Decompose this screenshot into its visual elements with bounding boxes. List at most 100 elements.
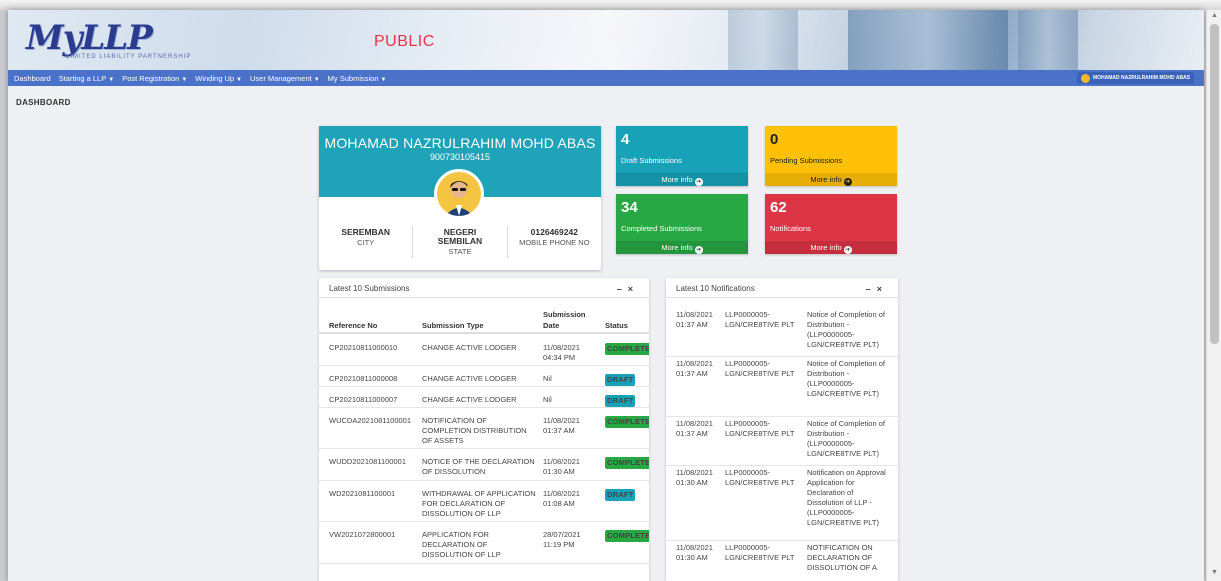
close-icon[interactable]: × <box>877 284 888 294</box>
city-stat: SEREMBAN CITY <box>319 226 412 258</box>
arrow-circle-right-icon: ➔ <box>694 178 703 186</box>
submission-type-cell: CHANGE ACTIVE LODGER <box>422 395 517 404</box>
phone-stat: 0126469242 MOBILE PHONE NO <box>506 226 601 258</box>
notifications-label: Notifications <box>770 224 811 233</box>
pending-label: Pending Submissions <box>770 156 843 165</box>
table-row[interactable]: CP20210811000008 CHANGE ACTIVE LODGER Nil D… <box>319 366 649 387</box>
notification-message: (LLP0000005- <box>807 439 855 448</box>
nav-item-dashboard[interactable]: Dashboard <box>10 74 55 83</box>
column-header-reference: Reference No <box>329 321 378 330</box>
submission-date-cell: 04:34 PM <box>543 353 576 362</box>
user-avatar-icon <box>1080 73 1090 83</box>
more-info-label: More info <box>810 175 842 184</box>
pending-submissions-box: 0 Pending Submissions More info ➔ <box>765 126 897 186</box>
submission-date-cell: Nil <box>543 374 552 383</box>
card-header: Latest 10 Notifications –× <box>666 278 898 298</box>
vertical-scrollbar[interactable]: ▲ ▼ <box>1206 10 1221 581</box>
reference-no-cell: WUCDA2021081100001 <box>329 416 411 425</box>
table-row[interactable]: WD2021081100001 WITHDRAWAL OF APPLICATION… <box>319 481 649 522</box>
nav-item-starting-a-llp[interactable]: Starting a LLP ▼ <box>55 74 118 83</box>
nav-item-label: Post Registration <box>122 73 180 83</box>
nav-item-post-registration[interactable]: Post Registration ▼ <box>118 74 191 83</box>
banner-building-image <box>1018 10 1078 70</box>
profile-stats: SEREMBAN CITY NEGERI SEMBILAN STATE 0126… <box>319 226 601 258</box>
card-header: Latest 10 Submissions –× <box>319 278 649 298</box>
reference-no-cell: WD2021081100001 <box>329 489 396 498</box>
status-badge: COMPLETE <box>605 530 649 542</box>
caret-down-icon: ▼ <box>380 76 387 83</box>
browser-viewport: MyLLP LIMITED LIABILITY PARTNERSHIP PUBL… <box>8 10 1204 581</box>
submission-type-cell: DISSOLUTION OF LLP <box>422 509 501 518</box>
table-row[interactable]: CP20210811000007 CHANGE ACTIVE LODGER Nil D… <box>319 387 649 408</box>
submission-date-cell: 11/08/2021 <box>543 457 580 466</box>
scroll-down-arrow-icon[interactable]: ▼ <box>1210 569 1219 579</box>
user-name: MOHAMAD NAZRULRAHIM MOHD ABAS <box>1092 75 1190 81</box>
card-tools: –× <box>866 284 888 294</box>
scrollbar-thumb[interactable] <box>1210 24 1219 344</box>
close-icon[interactable]: × <box>628 284 639 294</box>
nav-item-label: Winding Up <box>195 73 235 83</box>
table-row[interactable]: WUDD2021081100001 NOTICE OF THE DECLARATI… <box>319 449 649 481</box>
notification-item[interactable]: 11/08/2021 01:30 AM LLP0000005- LGN/CRE8TIV… <box>666 466 898 541</box>
notification-date: 01:37 AM <box>676 320 708 329</box>
nav-item-label: My Submission <box>327 73 379 83</box>
submission-date-cell: 01:37 AM <box>543 426 575 435</box>
submission-type-cell: COMPLETION DISTRIBUTION <box>422 426 527 435</box>
notification-reference: LLP0000005- <box>725 543 771 552</box>
completed-more-info-link[interactable]: More info ➔ <box>616 241 748 254</box>
state-label: STATE <box>448 246 472 256</box>
latest-notifications-card: Latest 10 Notifications –× 11/08/2021 01:… <box>666 278 898 581</box>
banner-building-image <box>728 10 798 70</box>
notification-item[interactable]: 11/08/2021 01:37 AM LLP0000005- LGN/CRE8TIV… <box>666 308 898 357</box>
card-title: Latest 10 Submissions <box>329 284 410 293</box>
nav-item-user-management[interactable]: User Management ▼ <box>246 74 324 83</box>
notification-item[interactable]: 11/08/2021 01:37 AM LLP0000005- LGN/CRE8TIV… <box>666 357 898 417</box>
user-menu[interactable]: MOHAMAD NAZRULRAHIM MOHD ABAS <box>1076 72 1194 84</box>
more-info-label: More info <box>661 175 693 184</box>
submission-date-cell: 11:19 PM <box>543 540 575 549</box>
status-badge: DRAFT <box>605 395 636 407</box>
nav-item-label: Dashboard <box>14 73 51 83</box>
table-row[interactable]: CP20210811000010 CHANGE ACTIVE LODGER 11/0… <box>319 335 649 366</box>
collapse-icon[interactable]: – <box>866 284 877 294</box>
reference-no-cell: CP20210811000008 <box>329 374 398 383</box>
scroll-up-arrow-icon[interactable]: ▲ <box>1210 12 1219 22</box>
completed-count: 34 <box>621 199 638 216</box>
pending-more-info-link[interactable]: More info ➔ <box>765 173 897 186</box>
phone-label: MOBILE PHONE NO <box>519 237 590 247</box>
notification-item[interactable]: 11/08/2021 01:37 AM LLP0000005- LGN/CRE8TIV… <box>666 417 898 466</box>
submission-type-cell: DECLARATION OF <box>422 540 488 549</box>
state-stat: NEGERI SEMBILAN STATE <box>412 226 506 258</box>
portal-label: PUBLIC <box>374 33 435 50</box>
arrow-circle-right-icon: ➔ <box>843 246 852 254</box>
nav-item-winding-up[interactable]: Winding Up ▼ <box>191 74 246 83</box>
notification-date: 01:37 AM <box>676 369 708 378</box>
notification-date: 11/08/2021 <box>676 468 713 477</box>
notification-reference: LLP0000005- <box>725 468 771 477</box>
notification-reference: LLP0000005- <box>725 310 771 319</box>
notification-reference: LGN/CRE8TIVE PLT <box>725 429 795 438</box>
more-info-label: More info <box>810 243 842 252</box>
pending-count: 0 <box>770 131 779 148</box>
notification-date: 01:37 AM <box>676 429 708 438</box>
table-row[interactable]: WUCDA2021081100001 NOTIFICATION OF COMPLET… <box>319 408 649 449</box>
submission-date-cell: 28/07/2021 <box>543 530 581 539</box>
notification-message: Distribution - <box>807 429 850 438</box>
collapse-icon[interactable]: – <box>617 284 628 294</box>
table-row[interactable]: VW2021072800001 APPLICATION FOR DECLARATIO… <box>319 522 649 564</box>
caret-down-icon: ▼ <box>108 76 115 83</box>
nav-item-my-submission[interactable]: My Submission ▼ <box>324 74 391 83</box>
banner-building-image <box>848 10 1008 70</box>
logo-subtitle: LIMITED LIABILITY PARTNERSHIP <box>66 54 192 60</box>
latest-submissions-card: Latest 10 Submissions –× Reference No Su… <box>319 278 649 581</box>
notifications-more-info-link[interactable]: More info ➔ <box>765 241 897 254</box>
notification-message: (LLP0000005- <box>807 330 855 339</box>
notification-item[interactable]: 11/08/2021 01:30 AM LLP0000005- LGN/CRE8TIV… <box>666 541 898 581</box>
draft-submissions-box: 4 Draft Submissions More info ➔ <box>616 126 748 186</box>
myllp-logo[interactable]: MyLLP <box>26 18 153 58</box>
notification-message: DISSOLUTION OF A <box>807 563 878 572</box>
reference-no-cell: VW2021072800001 <box>329 530 396 539</box>
submission-date-cell: 11/08/2021 <box>543 416 580 425</box>
draft-more-info-link[interactable]: More info ➔ <box>616 173 748 186</box>
submission-type-cell: FOR DECLARATION OF <box>422 499 506 508</box>
